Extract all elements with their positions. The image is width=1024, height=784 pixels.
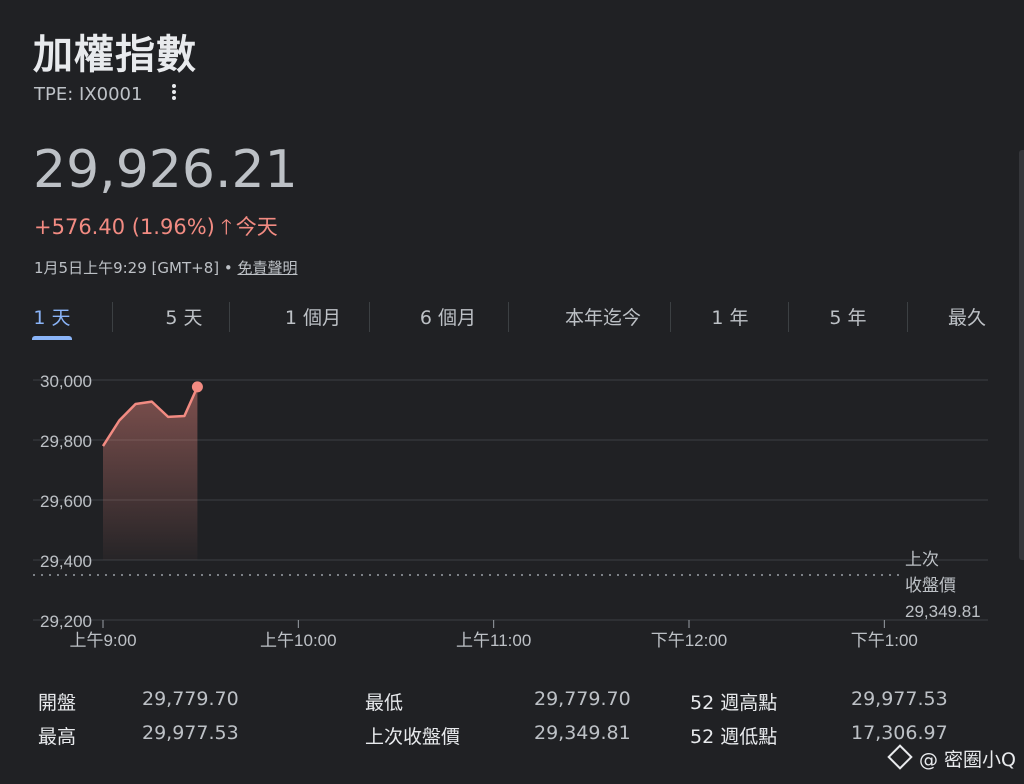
y-tick-label: 29,400: [40, 552, 92, 571]
stat-prev-close-label: 上次收盤價: [365, 726, 461, 748]
prev-close-value: 29,349.81: [905, 602, 981, 621]
tab-5-days[interactable]: 5 天: [134, 300, 234, 336]
scroll-edge: [1019, 150, 1024, 560]
prev-close-label: 上次: [905, 550, 939, 570]
x-tick-label: 上午11:00: [456, 631, 531, 650]
tab-divider: [112, 302, 113, 332]
stat-52w-high-label: 52 週高點: [690, 692, 778, 714]
watermark: @ 密圈小Q: [887, 744, 1016, 772]
ticker-symbol: TPE: IX0001: [34, 84, 143, 105]
tab-5-years[interactable]: 5 年: [808, 300, 888, 336]
x-tick-label: 上午9:00: [69, 631, 136, 650]
stat-prev-close-value: 29,349.81: [534, 722, 631, 744]
stat-52w-low-label: 52 週低點: [690, 726, 778, 748]
diamond-logo-icon: [887, 744, 913, 770]
y-tick-label: 29,800: [40, 432, 92, 451]
y-tick-label: 29,600: [40, 492, 92, 511]
tab-divider: [229, 302, 230, 332]
x-tick-label: 上午10:00: [260, 631, 337, 650]
watermark-text: @ 密圈小Q: [919, 749, 1016, 771]
stat-high-value: 29,977.53: [142, 722, 239, 744]
x-tick-label: 下午12:00: [651, 631, 728, 650]
tab-1-day[interactable]: 1 天: [22, 300, 82, 340]
tab-1-month[interactable]: 1 個月: [248, 300, 378, 336]
current-price: 29,926.21: [33, 140, 298, 200]
stat-open-label: 開盤: [38, 692, 77, 714]
x-tick-label: 下午1:00: [851, 631, 918, 650]
change-period: 今天: [235, 215, 278, 239]
stat-52w-high-value: 29,977.53: [851, 688, 948, 710]
tab-max[interactable]: 最久: [932, 300, 1002, 336]
tab-divider: [670, 302, 671, 332]
stat-52w-low-value: 17,306.97: [851, 722, 948, 744]
prev-close-label: 收盤價: [905, 576, 956, 596]
tab-divider: [508, 302, 509, 332]
tab-ytd[interactable]: 本年迄今: [528, 300, 678, 336]
tab-divider: [788, 302, 789, 332]
y-tick-label: 30,000: [40, 372, 92, 391]
timestamp: 1月5日上午9:29 [GMT+8] • 免責聲明: [34, 257, 298, 278]
stat-open-value: 29,779.70: [142, 688, 239, 710]
disclaimer-link[interactable]: 免責聲明: [237, 259, 297, 277]
page-title: 加權指數: [33, 32, 197, 78]
current-price-marker: [191, 381, 203, 393]
price-change: +576.40 (1.96%) 🡑 今天: [34, 211, 278, 248]
arrow-up-icon: 🡑: [220, 215, 232, 239]
timestamp-text: 1月5日上午9:29 [GMT+8] •: [34, 259, 233, 277]
tab-6-months[interactable]: 6 個月: [388, 300, 508, 336]
price-area: [103, 386, 198, 560]
stat-high-label: 最高: [38, 726, 77, 748]
stat-low-label: 最低: [365, 692, 404, 714]
more-options-icon[interactable]: [166, 82, 182, 104]
price-chart[interactable]: 30,000 29,800 29,600 29,400 29,200上午9:00 上午10…: [0, 360, 1024, 665]
y-tick-label: 29,200: [40, 612, 92, 631]
range-tabs: 1 天 5 天 1 個月 6 個月 本年迄今 1 年 5 年 最久: [22, 300, 992, 340]
tab-divider: [369, 302, 370, 332]
stat-low-value: 29,779.70: [534, 688, 631, 710]
price-change-value: +576.40 (1.96%): [34, 215, 215, 239]
tab-divider: [907, 302, 908, 332]
tab-1-year[interactable]: 1 年: [690, 300, 770, 336]
